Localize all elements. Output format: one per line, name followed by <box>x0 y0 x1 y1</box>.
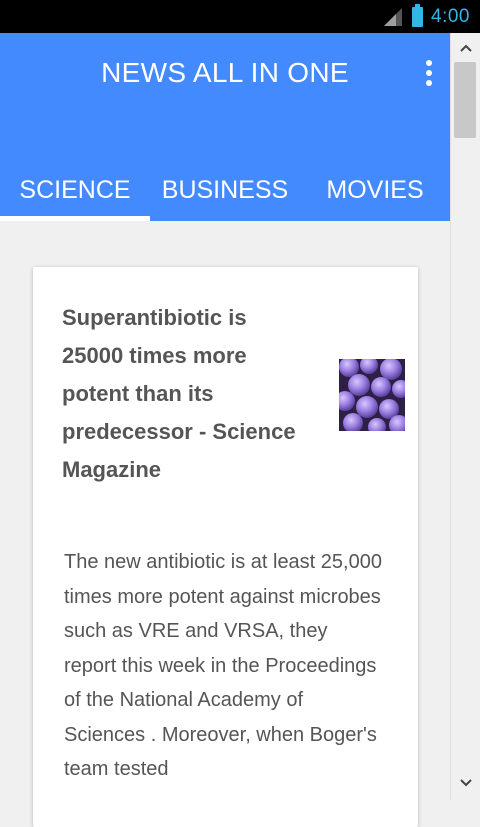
overflow-menu-icon[interactable] <box>416 55 442 91</box>
tab-label: SCIENCE <box>19 175 131 204</box>
tab-science[interactable]: SCIENCE <box>0 159 150 221</box>
article-summary: The new antibiotic is at least 25,000 ti… <box>64 551 382 780</box>
app-header: NEWS ALL IN ONE SCIENCE BUSINESS MOVIES <box>0 33 450 221</box>
scrollbar[interactable] <box>450 33 480 800</box>
article-card[interactable]: Superantibiotic is 25000 times more pote… <box>33 267 418 827</box>
status-icons: 4:00 <box>382 0 470 33</box>
tab-label: MOVIES <box>326 175 424 204</box>
app-title: NEWS ALL IN ONE <box>101 57 349 88</box>
tab-business[interactable]: BUSINESS <box>150 159 300 221</box>
signal-icon <box>384 7 403 26</box>
tab-bar: SCIENCE BUSINESS MOVIES <box>0 159 450 221</box>
article-headline[interactable]: Superantibiotic is 25000 times more pote… <box>62 299 297 489</box>
tab-label: BUSINESS <box>161 175 289 204</box>
tab-movies[interactable]: MOVIES <box>300 159 450 221</box>
chevron-up-icon[interactable] <box>451 35 480 61</box>
scrollbar-thumb[interactable] <box>454 62 476 138</box>
battery-icon <box>412 3 424 27</box>
chevron-down-icon[interactable] <box>451 770 480 796</box>
status-bar: 4:00 <box>0 0 480 33</box>
status-clock: 4:00 <box>431 5 470 27</box>
bacteria-thumbnail[interactable] <box>339 359 405 431</box>
